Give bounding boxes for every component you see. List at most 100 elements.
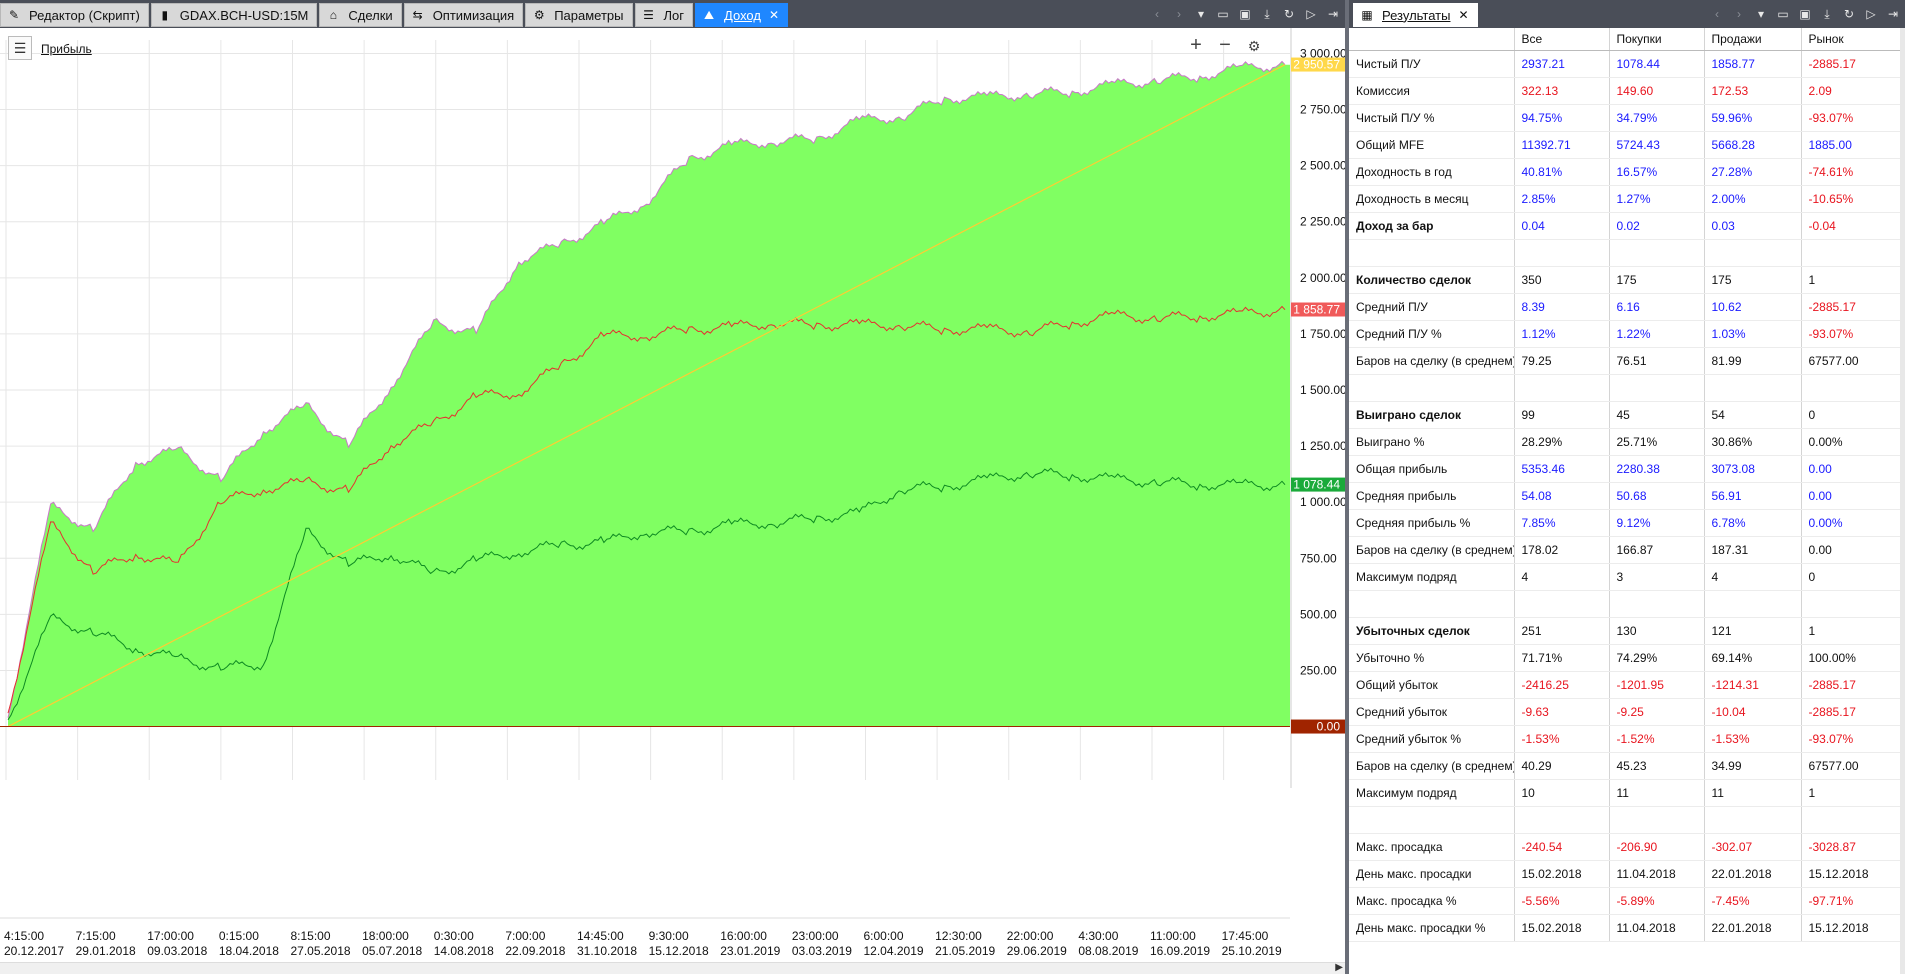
- table-row: Доход за бар 0.04 0.02 0.03 -0.04: [1349, 212, 1901, 240]
- tab-script-editor[interactable]: ✎ Редактор (Скрипт): [0, 3, 149, 27]
- legend-label-profit[interactable]: Прибыль: [41, 42, 92, 56]
- row-label: Общий MFE: [1349, 131, 1515, 159]
- x-tick-time: 0:30:00: [434, 929, 474, 943]
- table-cell: -93.07%: [1801, 104, 1901, 132]
- row-label: [1349, 590, 1515, 618]
- tab-parameters[interactable]: ⚙ Параметры: [525, 3, 633, 27]
- download-icon[interactable]: ⤓: [1819, 6, 1835, 22]
- refresh-icon[interactable]: ↻: [1841, 6, 1857, 22]
- table-cell: 0.00: [1801, 536, 1901, 564]
- refresh-icon[interactable]: ↻: [1281, 6, 1297, 22]
- table-cell: 71.71%: [1514, 644, 1610, 672]
- scroll-right-icon[interactable]: ›: [1731, 6, 1747, 22]
- column-header[interactable]: Рынок: [1801, 28, 1901, 51]
- table-cell: [1514, 239, 1610, 267]
- table-cell: 322.13: [1514, 77, 1610, 105]
- tab-results[interactable]: ▦ Результаты ✕: [1353, 3, 1478, 27]
- gear-icon: ⚙: [533, 8, 545, 22]
- x-tick-date: 12.04.2019: [863, 944, 923, 958]
- dropdown-icon[interactable]: ▾: [1753, 6, 1769, 22]
- table-cell: [1609, 374, 1705, 402]
- legend-toggle-button[interactable]: ☰: [8, 36, 32, 60]
- table-row: [1349, 374, 1901, 402]
- table-cell: 67577.00: [1801, 752, 1901, 780]
- x-tick-time: 8:15:00: [290, 929, 330, 943]
- table-cell: 2.09: [1801, 77, 1901, 105]
- table-cell: 178.02: [1514, 536, 1610, 564]
- scroll-left-icon[interactable]: ‹: [1709, 6, 1725, 22]
- table-cell: 9.12%: [1609, 509, 1705, 537]
- open-folder-icon[interactable]: ▭: [1215, 6, 1231, 22]
- tab-chart-symbol[interactable]: ▮ GDAX.BCH-USD:15M: [150, 3, 318, 27]
- table-cell: 6.16: [1609, 293, 1705, 321]
- dropdown-icon[interactable]: ▾: [1193, 6, 1209, 22]
- table-cell: [1609, 590, 1705, 618]
- tab-log[interactable]: ☰ Лог: [634, 3, 694, 27]
- y-tick-label: 2 250.00: [1300, 215, 1345, 229]
- row-label: Макс. просадка %: [1349, 887, 1515, 915]
- table-row: Убыточно % 71.71% 74.29% 69.14% 100.00%: [1349, 644, 1901, 672]
- row-label: Средний П/У %: [1349, 320, 1515, 348]
- column-header[interactable]: Продажи: [1704, 28, 1802, 51]
- table-cell: 45: [1609, 401, 1705, 429]
- results-panel: Все Покупки Продажи Рынок Чистый П/У 2937…: [1349, 28, 1905, 974]
- vertical-scrollbar[interactable]: [1900, 28, 1905, 974]
- x-tick-time: 18:00:00: [362, 929, 409, 943]
- close-icon[interactable]: ✕: [1458, 8, 1468, 22]
- table-row: Баров на сделку (в среднем) 40.29 45.23 34.…: [1349, 752, 1901, 780]
- play-icon[interactable]: ▷: [1303, 6, 1319, 22]
- table-cell: 69.14%: [1704, 644, 1802, 672]
- table-cell: 94.75%: [1514, 104, 1610, 132]
- candlestick-chart-icon: ▮: [161, 8, 169, 22]
- tab-trades[interactable]: ⌂ Сделки: [319, 3, 402, 27]
- x-tick-time: 7:15:00: [76, 929, 116, 943]
- column-header[interactable]: Покупки: [1609, 28, 1705, 51]
- table-cell: -1.53%: [1704, 725, 1802, 753]
- save-icon[interactable]: ▣: [1797, 6, 1813, 22]
- table-cell: 0.00: [1801, 455, 1901, 483]
- table-cell: -97.71%: [1801, 887, 1901, 915]
- tab-optimization[interactable]: ⇆ Оптимизация: [403, 3, 524, 27]
- results-table: Все Покупки Продажи Рынок Чистый П/У 2937…: [1349, 28, 1901, 942]
- table-cell: [1704, 239, 1802, 267]
- download-icon[interactable]: ⤓: [1259, 6, 1275, 22]
- save-icon[interactable]: ▣: [1237, 6, 1253, 22]
- tab-income[interactable]: ⛰ Доход ✕: [695, 3, 789, 27]
- column-header[interactable]: Все: [1514, 28, 1610, 51]
- step-icon[interactable]: ⇥: [1885, 6, 1901, 22]
- scroll-right-icon[interactable]: ▶: [1335, 962, 1343, 973]
- table-cell: -93.07%: [1801, 320, 1901, 348]
- table-row: [1349, 239, 1901, 267]
- row-label: Доходность в год: [1349, 158, 1515, 186]
- row-label: Доход за бар: [1349, 212, 1515, 240]
- horizontal-scrollbar[interactable]: ▶: [0, 962, 1345, 974]
- income-chart[interactable]: 3 000.002 750.002 500.002 250.002 000.00…: [0, 28, 1345, 962]
- table-cell: 2.85%: [1514, 185, 1610, 213]
- table-cell: 11: [1704, 779, 1802, 807]
- table-cell: 1: [1801, 617, 1901, 645]
- table-cell: -1214.31: [1704, 671, 1802, 699]
- table-cell: 15.12.2018: [1801, 914, 1901, 942]
- x-tick-time: 4:30:00: [1078, 929, 1118, 943]
- script-editor-icon: ✎: [8, 8, 20, 22]
- scroll-right-icon[interactable]: ›: [1171, 6, 1187, 22]
- x-tick-date: 21.05.2019: [935, 944, 995, 958]
- table-cell: 11392.71: [1514, 131, 1610, 159]
- tab-label: Результаты: [1382, 7, 1451, 23]
- table-row: Общий убыток -2416.25 -1201.95 -1214.31 -288…: [1349, 671, 1901, 699]
- zoom-out-icon[interactable]: −: [1215, 34, 1235, 57]
- x-tick-date: 16.09.2019: [1150, 944, 1210, 958]
- chart-settings-icon[interactable]: ⚙: [1244, 38, 1264, 55]
- step-icon[interactable]: ⇥: [1325, 6, 1341, 22]
- column-header[interactable]: [1349, 28, 1515, 51]
- zoom-in-icon[interactable]: +: [1186, 34, 1206, 57]
- play-icon[interactable]: ▷: [1863, 6, 1879, 22]
- scroll-left-icon[interactable]: ‹: [1149, 6, 1165, 22]
- row-label: Убыточных сделок: [1349, 617, 1515, 645]
- open-folder-icon[interactable]: ▭: [1775, 6, 1791, 22]
- close-icon[interactable]: ✕: [769, 8, 779, 22]
- table-row: Средняя прибыль 54.08 50.68 56.91 0.00: [1349, 482, 1901, 510]
- table-cell: 121: [1704, 617, 1802, 645]
- table-cell: 1.12%: [1514, 320, 1610, 348]
- table-row: Чистый П/У % 94.75% 34.79% 59.96% -93.07%: [1349, 104, 1901, 132]
